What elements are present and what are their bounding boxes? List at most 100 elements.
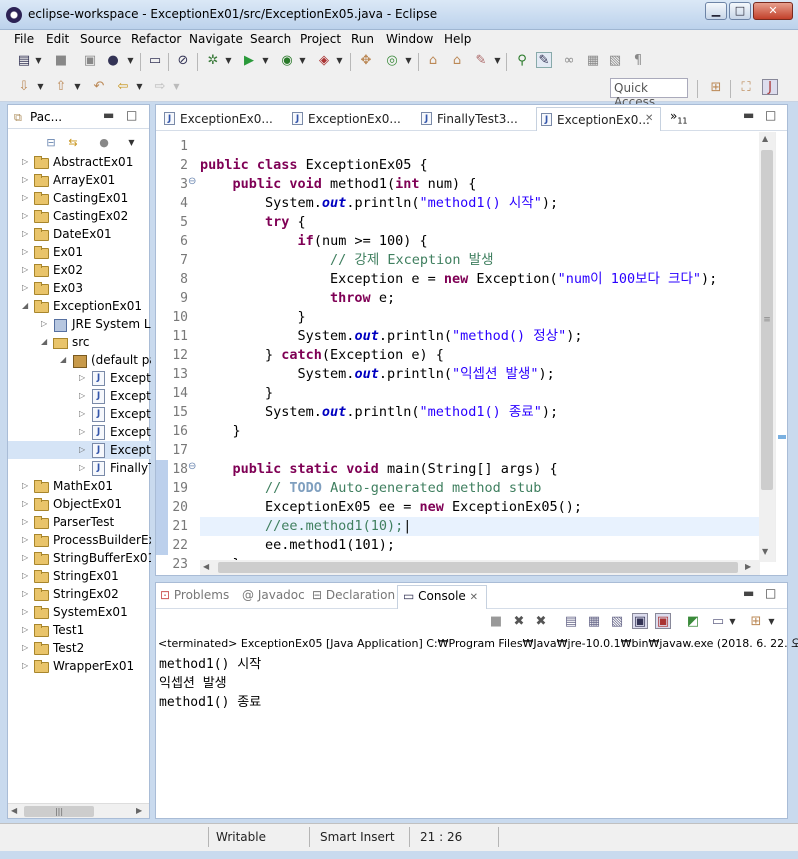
close-tab-icon[interactable]: ✕ bbox=[645, 113, 653, 124]
tree-item[interactable]: ▷ SystemEx01 bbox=[8, 603, 151, 621]
run-icon[interactable]: ▶ bbox=[241, 53, 257, 69]
editor-vertical-scrollbar[interactable]: ▲ ≡ ▼ bbox=[759, 132, 775, 562]
tree-item[interactable]: ▷ StringEx02 bbox=[8, 585, 151, 603]
toggle-block-icon[interactable]: ∞ bbox=[561, 53, 577, 69]
expand-arrow-icon[interactable]: ▷ bbox=[22, 189, 28, 207]
tab-javadoc[interactable]: @ Javadoc bbox=[242, 588, 305, 602]
scroll-down-icon[interactable]: ▼ bbox=[762, 547, 768, 556]
expand-arrow-icon[interactable]: ▷ bbox=[79, 405, 85, 423]
menu-file[interactable]: File bbox=[14, 32, 34, 46]
maximize-button[interactable]: □ bbox=[729, 2, 751, 20]
java-ee-perspective-icon[interactable]: ⛶ bbox=[738, 80, 754, 96]
show-on-stderr-icon[interactable]: ▣ bbox=[655, 613, 671, 629]
chevron-down-icon[interactable]: ▼ bbox=[74, 79, 81, 95]
package-explorer-tab[interactable]: ⧉ Pac... bbox=[10, 107, 64, 129]
expand-arrow-icon[interactable]: ▷ bbox=[79, 369, 85, 387]
tree-item[interactable]: ◢ ExceptionEx01 bbox=[8, 297, 151, 315]
expand-arrow-icon[interactable]: ▷ bbox=[22, 621, 28, 639]
tree-item[interactable]: ▷ ProcessBuilderEx0 bbox=[8, 531, 151, 549]
chevron-down-icon[interactable]: ▼ bbox=[405, 53, 412, 69]
quick-access-input[interactable]: Quick Access bbox=[610, 78, 688, 109]
chevron-down-icon[interactable]: ▼ bbox=[37, 79, 44, 95]
menu-window[interactable]: Window bbox=[386, 32, 433, 46]
search-tool-icon[interactable]: ✎ bbox=[473, 53, 489, 69]
mark-occurrences-icon[interactable]: ✎ bbox=[536, 52, 552, 68]
collapse-arrow-icon[interactable]: ◢ bbox=[60, 351, 66, 369]
next-annotation-icon[interactable]: ⚲ bbox=[514, 53, 530, 69]
scroll-right-icon[interactable]: ▶ bbox=[136, 806, 142, 815]
skip-breakpoints-icon[interactable]: ⊘ bbox=[175, 53, 191, 69]
scroll-lock-icon[interactable]: ▦ bbox=[586, 614, 602, 630]
tree-item[interactable]: ◢ src bbox=[8, 333, 151, 351]
tree-item[interactable]: ▷ Except bbox=[8, 369, 151, 387]
maximize-view-icon[interactable]: □ bbox=[765, 108, 776, 122]
tree-item[interactable]: ▷ ParserTest bbox=[8, 513, 151, 531]
tab-console[interactable]: ▭ Console ✕ bbox=[397, 585, 487, 609]
scroll-right-icon[interactable]: ▶ bbox=[745, 562, 751, 571]
close-button[interactable]: ✕ bbox=[753, 2, 793, 20]
forward-icon[interactable]: ⇨ bbox=[152, 79, 168, 95]
open-console-icon[interactable]: ⊞ bbox=[748, 614, 764, 630]
back-icon[interactable]: ⇦ bbox=[115, 79, 131, 95]
menu-refactor[interactable]: Refactor bbox=[131, 32, 181, 46]
expand-arrow-icon[interactable]: ▷ bbox=[22, 531, 28, 549]
tree-item[interactable]: ▷ ArrayEx01 bbox=[8, 171, 151, 189]
tab-problems[interactable]: ⊡ Problems bbox=[160, 588, 229, 602]
scroll-thumb[interactable]: ≡ bbox=[761, 150, 773, 490]
open-perspective-icon[interactable]: ⊞ bbox=[708, 80, 724, 96]
remove-launch-icon[interactable]: ✖ bbox=[511, 614, 527, 630]
maximize-view-icon[interactable]: □ bbox=[126, 108, 137, 122]
new-class-icon[interactable]: ◎ bbox=[384, 53, 400, 69]
expand-arrow-icon[interactable]: ▷ bbox=[79, 441, 85, 459]
collapse-arrow-icon[interactable]: ◢ bbox=[22, 297, 28, 315]
chevron-down-icon[interactable]: ▼ bbox=[136, 79, 143, 95]
chevron-down-icon[interactable]: ▼ bbox=[336, 53, 343, 69]
show-on-stdout-icon[interactable]: ▣ bbox=[632, 613, 648, 629]
tree-item[interactable]: ▷ Except bbox=[8, 423, 151, 441]
profile-icon[interactable]: ● bbox=[105, 53, 121, 69]
tree-item[interactable]: ▷ StringEx01 bbox=[8, 567, 151, 585]
whitespace-icon[interactable]: ▧ bbox=[607, 53, 623, 69]
menu-edit[interactable]: Edit bbox=[46, 32, 69, 46]
horizontal-scrollbar[interactable]: ◀ ||| ▶ bbox=[8, 803, 149, 818]
expand-arrow-icon[interactable]: ▷ bbox=[41, 315, 47, 333]
expand-arrow-icon[interactable]: ▷ bbox=[79, 459, 85, 477]
expand-arrow-icon[interactable]: ▷ bbox=[22, 171, 28, 189]
chevron-down-icon[interactable]: ▼ bbox=[262, 53, 269, 69]
expand-arrow-icon[interactable]: ▷ bbox=[22, 279, 28, 297]
tree-item[interactable]: ▷ FinallyT bbox=[8, 459, 151, 477]
editor-tab[interactable]: J FinallyTest3... bbox=[417, 107, 535, 131]
expand-arrow-icon[interactable]: ▷ bbox=[22, 603, 28, 621]
expand-arrow-icon[interactable]: ▷ bbox=[22, 585, 28, 603]
menu-search[interactable]: Search bbox=[250, 32, 291, 46]
word-wrap-icon[interactable]: ▧ bbox=[609, 614, 625, 630]
tree-item[interactable]: ▷ ObjectEx01 bbox=[8, 495, 151, 513]
tab-declaration[interactable]: ⊟ Declaration bbox=[312, 588, 395, 602]
tree-item[interactable]: ▷ CastingEx01 bbox=[8, 189, 151, 207]
debug-icon[interactable]: ✲ bbox=[205, 53, 221, 69]
pilcrow-icon[interactable]: ¶ bbox=[630, 53, 646, 69]
expand-arrow-icon[interactable]: ▷ bbox=[22, 513, 28, 531]
chevron-down-icon[interactable]: ▼ bbox=[768, 614, 775, 630]
scroll-thumb[interactable] bbox=[218, 562, 738, 573]
display-console-icon[interactable]: ▭ bbox=[710, 614, 726, 630]
scroll-left-icon[interactable]: ◀ bbox=[11, 806, 17, 815]
open-task-icon[interactable]: ⌂ bbox=[449, 53, 465, 69]
tree-item[interactable]: ▷ JRE System Li bbox=[8, 315, 151, 333]
tree-item[interactable]: ▷ Ex01 bbox=[8, 243, 151, 261]
chevron-down-icon[interactable]: ▼ bbox=[35, 53, 42, 69]
expand-arrow-icon[interactable]: ▷ bbox=[79, 387, 85, 405]
menu-run[interactable]: Run bbox=[351, 32, 374, 46]
collapse-all-icon[interactable]: ⊟ bbox=[43, 135, 59, 151]
menu-navigate[interactable]: Navigate bbox=[189, 32, 243, 46]
expand-arrow-icon[interactable]: ▷ bbox=[22, 207, 28, 225]
expand-arrow-icon[interactable]: ▷ bbox=[22, 567, 28, 585]
chevron-down-icon[interactable]: ▼ bbox=[299, 53, 306, 69]
new-icon[interactable]: ▤ bbox=[16, 53, 32, 69]
chevron-down-icon[interactable]: ▼ bbox=[173, 79, 180, 95]
remove-all-icon[interactable]: ✖ bbox=[533, 614, 549, 630]
pin-console-icon[interactable]: ◩ bbox=[685, 614, 701, 630]
chevron-down-icon[interactable]: ▼ bbox=[225, 53, 232, 69]
tree-item[interactable]: ▷ Ex03 bbox=[8, 279, 151, 297]
tree-item[interactable]: ▷ Except bbox=[8, 441, 151, 459]
